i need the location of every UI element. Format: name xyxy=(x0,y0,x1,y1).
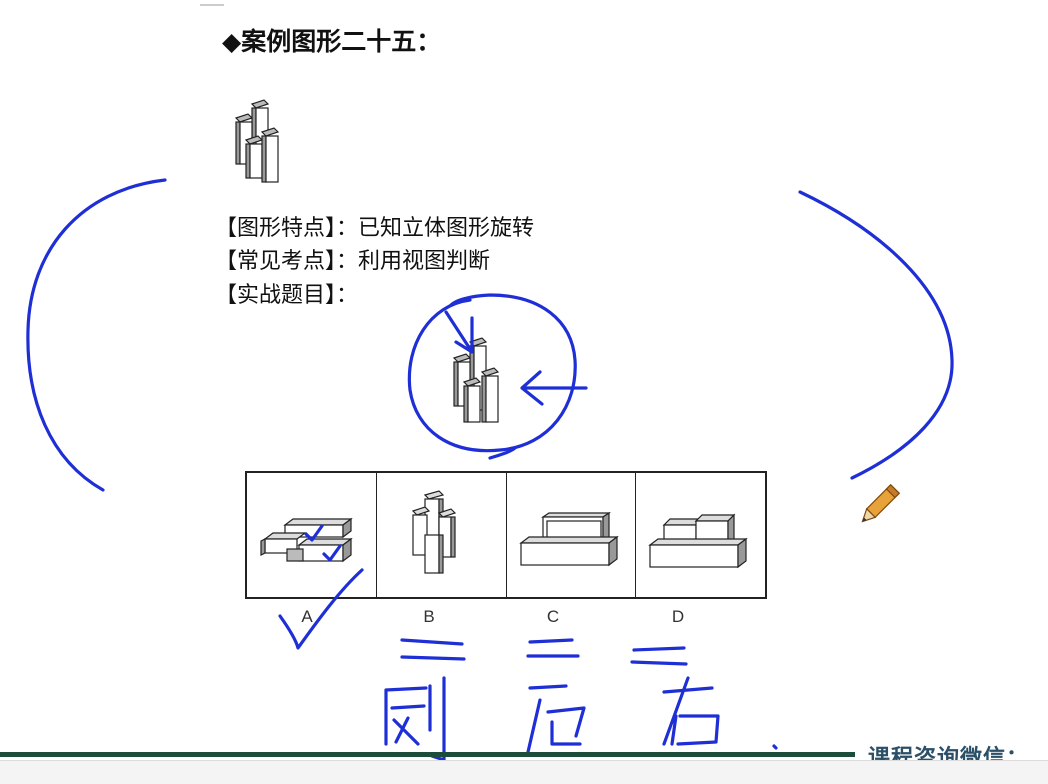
right-arrow-stroke xyxy=(520,370,588,406)
equals-c-stroke xyxy=(526,638,580,658)
pencil-icon[interactable] xyxy=(852,480,904,532)
top-arrow-stroke xyxy=(444,310,474,354)
big-check-stroke xyxy=(278,568,364,650)
footer-strip xyxy=(0,760,1048,784)
hand-char-2 xyxy=(526,684,586,754)
hand-char-3 xyxy=(662,676,720,746)
hand-char-1 xyxy=(384,676,446,762)
right-bracket-stroke xyxy=(798,190,954,480)
footer-bar xyxy=(0,752,855,757)
handwriting-layer xyxy=(26,178,954,762)
check-cell-1 xyxy=(304,524,324,542)
hand-dot xyxy=(772,744,778,750)
check-cell-2 xyxy=(322,544,342,562)
equals-b-stroke xyxy=(400,638,466,661)
circle-stroke xyxy=(407,293,577,453)
left-bracket-stroke xyxy=(26,178,167,492)
equals-d-stroke xyxy=(630,646,688,666)
